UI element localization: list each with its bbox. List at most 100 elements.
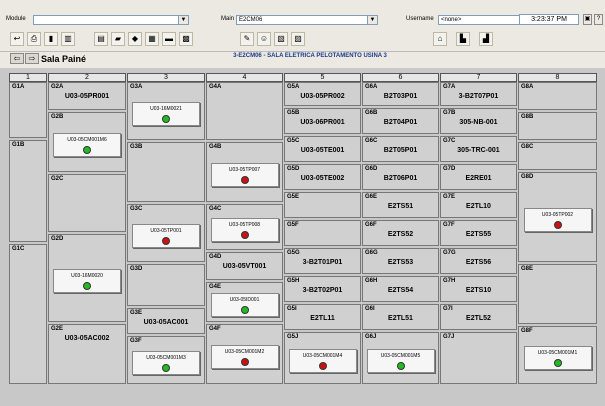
note-icon[interactable]: ▬ bbox=[162, 32, 176, 46]
clock-display: 3:23:37 PM bbox=[519, 14, 579, 25]
panel-cell-g5e[interactable]: G5E bbox=[284, 192, 361, 218]
module-select[interactable]: ▼ bbox=[33, 15, 189, 25]
panel-cell-g2c[interactable]: G2C bbox=[48, 174, 126, 232]
panel-cell-g2e[interactable]: G2E U03-05AC002 bbox=[48, 324, 126, 384]
panel-cell-g7d[interactable]: G7D E2RE01 bbox=[440, 164, 517, 190]
panel-cell-g7a[interactable]: G7A 3-B2T07P01 bbox=[440, 82, 517, 106]
panel-cell-g3b[interactable]: G3B bbox=[127, 142, 205, 202]
panel-cell-g1b[interactable]: G1B bbox=[9, 140, 47, 242]
people-icon[interactable]: ☺ bbox=[257, 32, 271, 46]
panel-cell-g5b[interactable]: G5B U03-06PR001 bbox=[284, 108, 361, 134]
device-card[interactable]: U03-16M0021 bbox=[132, 102, 200, 126]
panel-cell-g3e[interactable]: G3E U03-05AC001 bbox=[127, 308, 205, 334]
device-card[interactable]: U03-05CM001M4 bbox=[288, 349, 357, 373]
panel-cell-g6b[interactable]: G6B B2T04P01 bbox=[362, 108, 439, 134]
panel-cell-g7i[interactable]: G7I E2TL52 bbox=[440, 304, 517, 330]
tower-icon[interactable]: ▙ bbox=[456, 32, 470, 46]
panel-cell-g5a[interactable]: G5A U03-05PR002 bbox=[284, 82, 361, 106]
panel-cell-g7c[interactable]: G7C 305-TRC-001 bbox=[440, 136, 517, 162]
panel-cell-g7g[interactable]: G7G E2TS56 bbox=[440, 248, 517, 274]
panel-cell-g8f[interactable]: G8F U03-05CM001M1 bbox=[518, 326, 597, 384]
panel-cell-g5d[interactable]: G5D U03-05TE002 bbox=[284, 164, 361, 190]
forward-arrow-button[interactable]: ⇨ bbox=[25, 53, 39, 64]
device-card[interactable]: U03-05CM001M5 bbox=[366, 349, 435, 373]
panel-cell-g1a[interactable]: G1A bbox=[9, 82, 47, 138]
photo-icon[interactable]: ▧ bbox=[274, 32, 288, 46]
username-field[interactable]: <none> bbox=[438, 15, 528, 25]
panel-cell-g8d[interactable]: G8D U03-05TP002 bbox=[518, 172, 597, 262]
panel-cell-g6i[interactable]: G6I E2TL51 bbox=[362, 304, 439, 330]
panel-cell-g6e[interactable]: G6E E2TS51 bbox=[362, 192, 439, 218]
panel-cell-g3a[interactable]: G3A U03-16M0021 bbox=[127, 82, 205, 140]
panel-cell-g7j[interactable]: G7J bbox=[440, 332, 517, 384]
device-card[interactable]: U03-16M0020 bbox=[53, 269, 121, 293]
pencil-icon[interactable]: ✎ bbox=[240, 32, 254, 46]
device-card[interactable]: U03-05ID001 bbox=[210, 293, 279, 317]
panel-cell-g2a[interactable]: G2A U03-05PR001 bbox=[48, 82, 126, 110]
panel-cell-g5g[interactable]: G5G 3-B2T01P01 bbox=[284, 248, 361, 274]
device-card[interactable]: U03-05CM001M6 bbox=[53, 133, 121, 157]
arrow-icon[interactable]: ↩ bbox=[10, 32, 24, 46]
books-icon[interactable]: ▤ bbox=[94, 32, 108, 46]
device-card[interactable]: U03-05CM001M3 bbox=[132, 351, 200, 375]
panel-cell-g4b[interactable]: G4B U03-05TP007 bbox=[206, 142, 283, 202]
device-card[interactable]: U03-05TP002 bbox=[523, 208, 592, 232]
panel-cell-g6c[interactable]: G6C B2T05P01 bbox=[362, 136, 439, 162]
panel-cell-g8c[interactable]: G8C bbox=[518, 142, 597, 170]
panel-cell-g5f[interactable]: G5F bbox=[284, 220, 361, 246]
diamond-icon[interactable]: ◆ bbox=[128, 32, 142, 46]
panel-cell-g5h[interactable]: G5H 3-B2T02P01 bbox=[284, 276, 361, 302]
panel-cell-g2d[interactable]: G2D U03-16M0020 bbox=[48, 234, 126, 322]
panel-cell-g8a[interactable]: G8A bbox=[518, 82, 597, 110]
chevron-down-icon: ▼ bbox=[367, 16, 377, 24]
panel-cell-g4e[interactable]: G4E U03-05ID001 bbox=[206, 282, 283, 322]
device-card[interactable]: U03-05CM001M1 bbox=[523, 346, 592, 370]
panel-cell-g6h[interactable]: G6H E2TS54 bbox=[362, 276, 439, 302]
panel-cell-g6a[interactable]: G6A B2T03P01 bbox=[362, 82, 439, 106]
cell-title: U03-06PR001 bbox=[300, 119, 345, 126]
device-card[interactable]: U03-05TP007 bbox=[210, 163, 279, 187]
panel-cell-g6f[interactable]: G6F E2TS52 bbox=[362, 220, 439, 246]
device-card[interactable]: U03-05TP008 bbox=[210, 218, 279, 242]
panel-cell-g7h[interactable]: G7H E2TS10 bbox=[440, 276, 517, 302]
panel-cell-g5i[interactable]: G5I E2TL11 bbox=[284, 304, 361, 330]
building-icon[interactable]: ⌂ bbox=[433, 32, 447, 46]
panel-cell-g8e[interactable]: G8E bbox=[518, 264, 597, 324]
panel-cell-g7e[interactable]: G7E E2TL10 bbox=[440, 192, 517, 218]
device-label: U03-05CM001M2 bbox=[224, 349, 265, 355]
chart-icon[interactable]: ▥ bbox=[61, 32, 75, 46]
factory-icon[interactable]: ▟ bbox=[479, 32, 493, 46]
help-button[interactable]: ? bbox=[594, 14, 603, 25]
back-arrow-button[interactable]: ⇦ bbox=[10, 53, 24, 64]
panel-cell-g6d[interactable]: G6D B2T06P01 bbox=[362, 164, 439, 190]
cell-code: G4D bbox=[209, 254, 222, 260]
panel-cell-g5c[interactable]: G5C U03-05TE001 bbox=[284, 136, 361, 162]
panel-cell-g3f[interactable]: G3F U03-05CM001M3 bbox=[127, 336, 205, 384]
device-card[interactable]: U03-05CM001M2 bbox=[210, 345, 279, 369]
panel-cell-g3c[interactable]: G3C U03-05TP001 bbox=[127, 204, 205, 262]
device-card[interactable]: U03-05TP001 bbox=[132, 224, 200, 248]
panel-cell-g6j[interactable]: G6J U03-05CM001M5 bbox=[362, 332, 439, 384]
trash-icon[interactable]: ▮ bbox=[44, 32, 58, 46]
panel-cell-g5j[interactable]: G5J U03-05CM001M4 bbox=[284, 332, 361, 384]
image-icon[interactable]: ▨ bbox=[291, 32, 305, 46]
grid-icon[interactable]: ▩ bbox=[179, 32, 193, 46]
panel-cell-g6g[interactable]: G6G E2TS53 bbox=[362, 248, 439, 274]
folder-icon[interactable]: ▰ bbox=[111, 32, 125, 46]
panel-cell-g8b[interactable]: G8B bbox=[518, 112, 597, 140]
panel-cell-g2b[interactable]: G2B U03-05CM001M6 bbox=[48, 112, 126, 172]
cell-code: G5E bbox=[287, 194, 300, 200]
panel-cell-g4d[interactable]: G4D U03-05VT001 bbox=[206, 252, 283, 280]
panel-cell-g7b[interactable]: G7B 305-NB-001 bbox=[440, 108, 517, 134]
window-icon[interactable]: ▣ bbox=[583, 14, 592, 25]
printer-icon[interactable]: ⎙ bbox=[27, 32, 41, 46]
panel-cell-g4c[interactable]: G4C U03-05TP008 bbox=[206, 204, 283, 250]
panel-cell-g7f[interactable]: G7F E2TS55 bbox=[440, 220, 517, 246]
gallery-icon[interactable]: ▦ bbox=[145, 32, 159, 46]
panel-cell-g4a[interactable]: G4A bbox=[206, 82, 283, 140]
panel-cell-g3d[interactable]: G3D bbox=[127, 264, 205, 306]
main-select[interactable]: E2CM06 ▼ bbox=[236, 15, 378, 25]
panel-cell-g4f[interactable]: G4F U03-05CM001M2 bbox=[206, 324, 283, 384]
panel-cell-g1c[interactable]: G1C bbox=[9, 244, 47, 384]
cell-code: G8C bbox=[521, 144, 534, 150]
